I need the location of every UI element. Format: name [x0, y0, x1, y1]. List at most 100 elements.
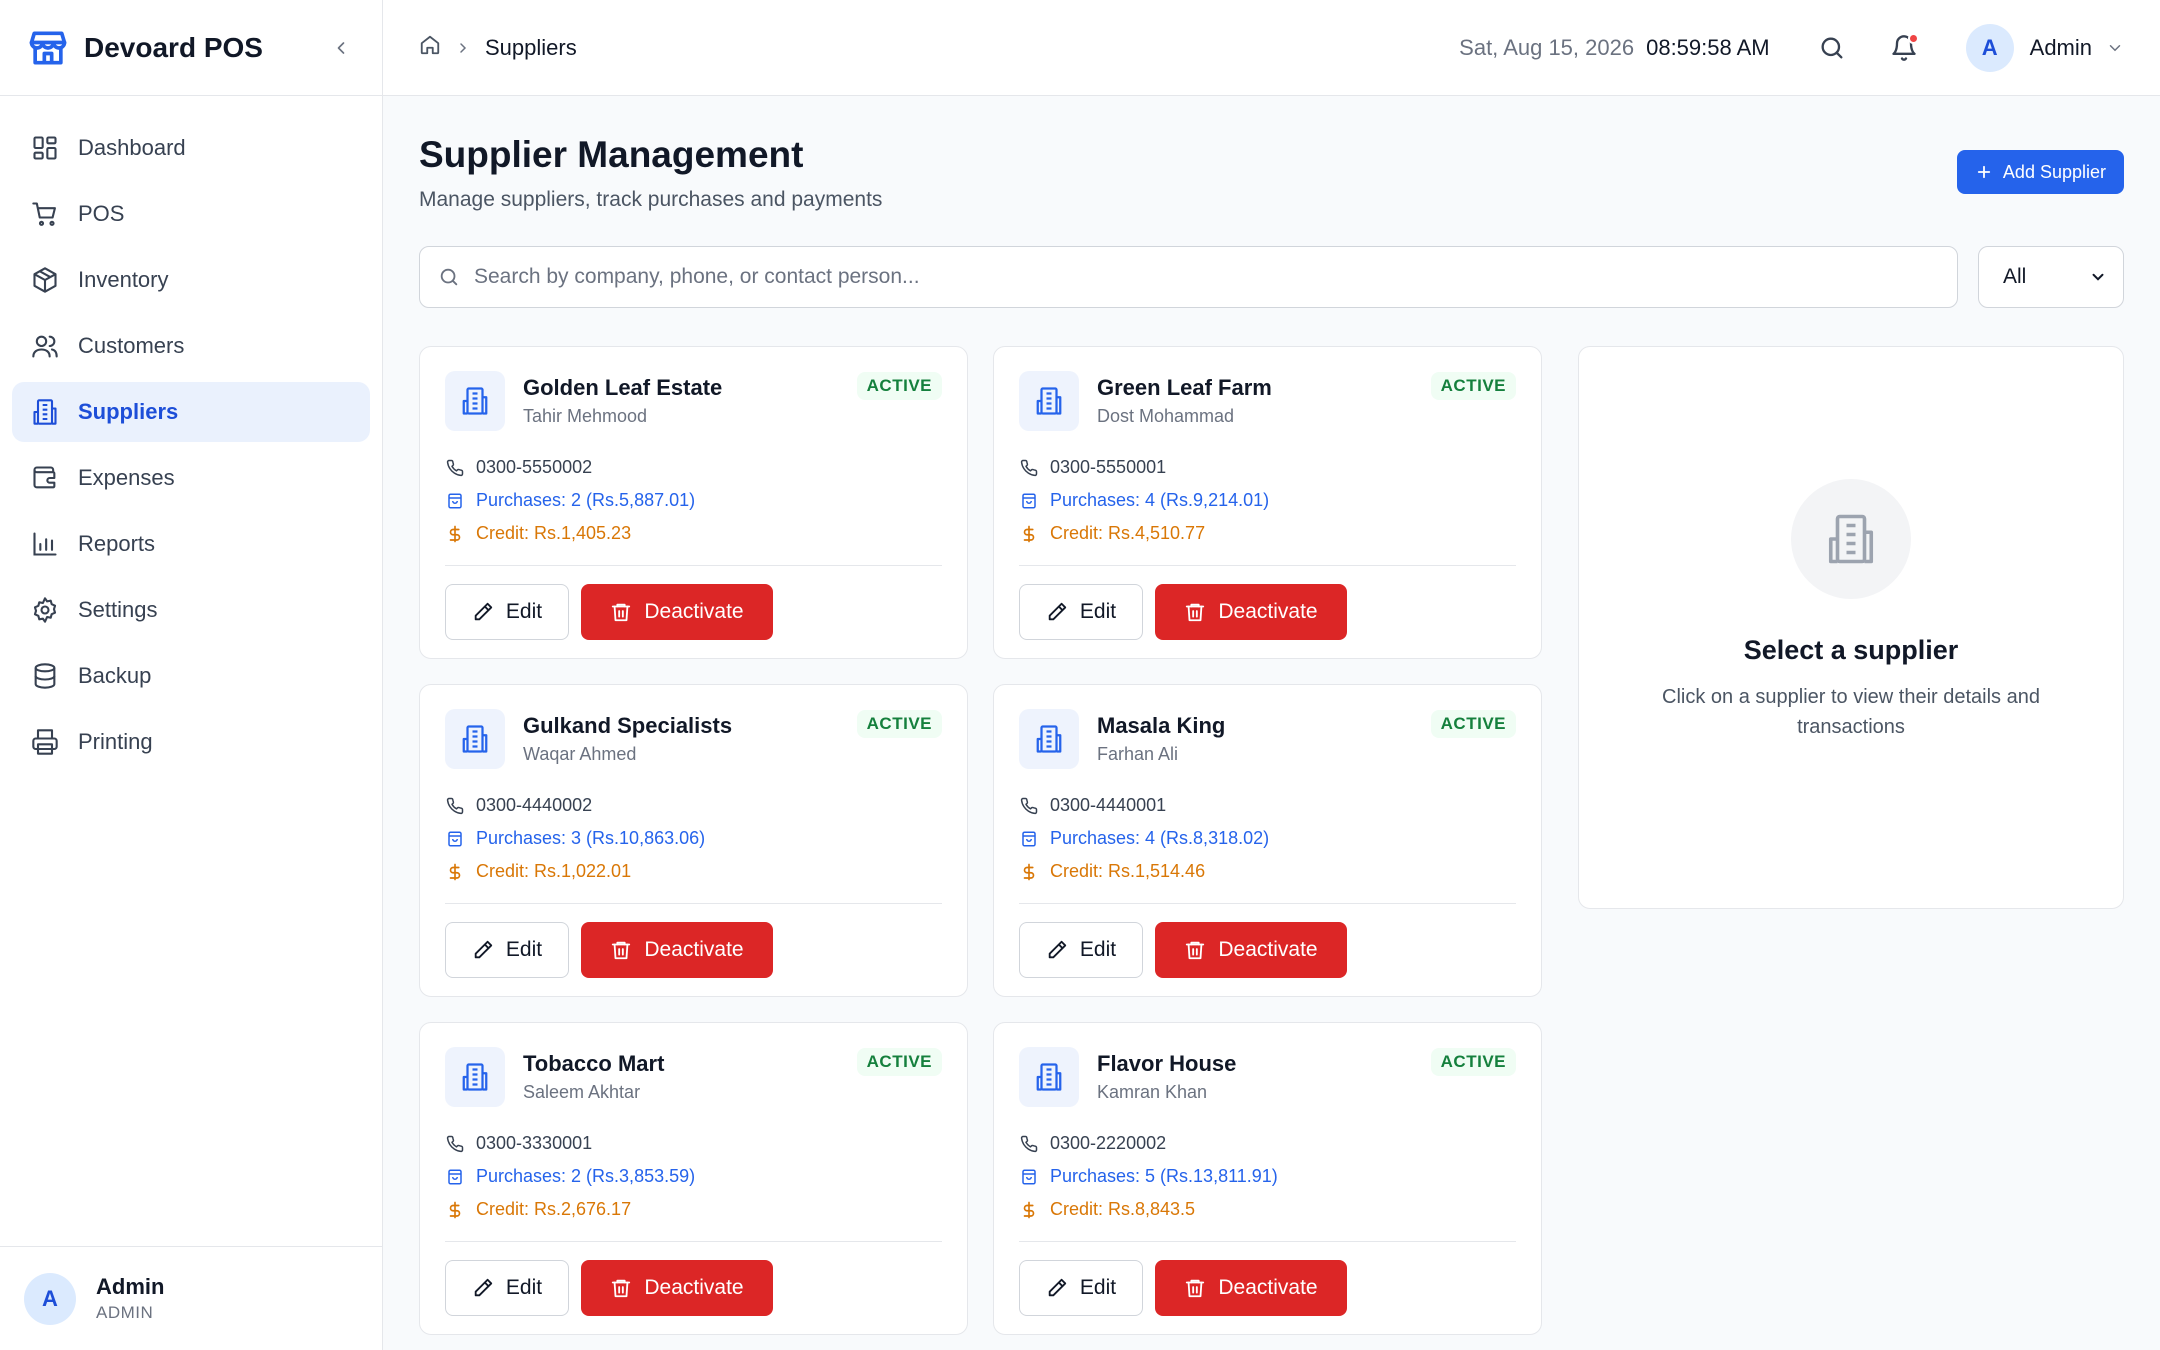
home-icon[interactable] [419, 34, 441, 61]
sidebar-item-label: POS [78, 201, 125, 226]
edit-button[interactable]: Edit [445, 922, 569, 978]
supplier-purchases: Purchases: 5 (Rs.13,811.91) [1050, 1166, 1278, 1186]
shopping-bag-icon [445, 829, 465, 849]
phone-icon [445, 1134, 465, 1154]
sidebar-item-suppliers[interactable]: Suppliers [12, 382, 370, 442]
status-filter-select[interactable]: All [1978, 246, 2124, 308]
deactivate-label: Deactivate [1218, 600, 1318, 623]
supplier-contact: Dost Mohammad [1097, 406, 1235, 426]
notifications-button[interactable] [1882, 26, 1926, 70]
edit-button[interactable]: Edit [445, 1260, 569, 1316]
supplier-company: Flavor House [1097, 1051, 1237, 1076]
supplier-contact: Waqar Ahmed [523, 744, 637, 764]
supplier-purchases: Purchases: 4 (Rs.9,214.01) [1050, 490, 1270, 510]
edit-label: Edit [1079, 938, 1117, 961]
supplier-purchases: Purchases: 2 (Rs.5,887.01) [476, 490, 696, 510]
deactivate-button[interactable]: Deactivate [1155, 584, 1347, 640]
sidebar-item-customers[interactable]: Customers [12, 316, 370, 376]
edit-label: Edit [1079, 600, 1117, 623]
supplier-card[interactable]: Golden Leaf Estate Tahir Mehmood ACTIVE … [419, 346, 968, 659]
deactivate-button[interactable]: Deactivate [581, 584, 773, 640]
supplier-phone: 0300-3330001 [476, 1133, 593, 1153]
search-button[interactable] [1810, 26, 1854, 70]
add-supplier-button[interactable]: Add Supplier [1956, 150, 2124, 194]
sidebar-item-dashboard[interactable]: Dashboard [12, 118, 370, 178]
dollar-icon [1019, 862, 1039, 882]
deactivate-button[interactable]: Deactivate [1155, 922, 1347, 978]
brand-header: Devoard POS [0, 0, 382, 96]
package-icon [30, 265, 60, 295]
current-time: 08:59:58 AM [1646, 34, 1770, 60]
card-divider [1019, 565, 1516, 566]
avatar: A [1965, 23, 2014, 72]
sidebar-item-label: Reports [78, 531, 156, 556]
edit-button[interactable]: Edit [1019, 584, 1143, 640]
deactivate-button[interactable]: Deactivate [581, 1260, 773, 1316]
breadcrumb-current: Suppliers [485, 34, 577, 60]
sidebar-user[interactable]: A Admin ADMIN [0, 1246, 382, 1350]
page-title: Supplier Management [419, 134, 804, 175]
user-role: ADMIN [96, 1303, 154, 1322]
sidebar-item-expenses[interactable]: Expenses [12, 448, 370, 508]
building-icon [1019, 371, 1079, 431]
phone-icon [1019, 796, 1039, 816]
users-icon [30, 331, 60, 361]
collapse-sidebar-button[interactable] [326, 33, 356, 63]
gear-icon [30, 595, 60, 625]
bar-chart-icon [30, 529, 60, 559]
dollar-icon [445, 862, 465, 882]
phone-icon [1019, 458, 1039, 478]
supplier-credit: Credit: Rs.2,676.17 [476, 1199, 632, 1219]
deactivate-label: Deactivate [644, 1276, 744, 1299]
building-icon [445, 709, 505, 769]
cart-icon [30, 199, 60, 229]
supplier-card[interactable]: Gulkand Specialists Waqar Ahmed ACTIVE 0… [419, 684, 968, 997]
plus-icon [1975, 163, 1993, 181]
sidebar-item-pos[interactable]: POS [12, 184, 370, 244]
sidebar-item-reports[interactable]: Reports [12, 514, 370, 574]
supplier-credit: Credit: Rs.1,022.01 [476, 861, 632, 881]
brand-name: Devoard POS [84, 31, 263, 63]
shopping-bag-icon [1019, 491, 1039, 511]
sidebar-item-settings[interactable]: Settings [12, 580, 370, 640]
supplier-detail-panel: Select a supplier Click on a supplier to… [1578, 346, 2124, 909]
sidebar-item-label: Printing [78, 729, 153, 754]
edit-button[interactable]: Edit [1019, 1260, 1143, 1316]
user-menu-name: Admin [2029, 34, 2092, 60]
supplier-card[interactable]: Tobacco Mart Saleem Akhtar ACTIVE 0300-3… [419, 1022, 968, 1335]
building-icon [30, 397, 60, 427]
search-box [419, 246, 1958, 308]
dollar-icon [445, 1200, 465, 1220]
search-input[interactable] [474, 265, 1939, 289]
chevron-right-icon [455, 40, 471, 56]
supplier-credit: Credit: Rs.8,843.5 [1050, 1199, 1196, 1219]
status-badge: ACTIVE [1430, 1048, 1516, 1076]
database-icon [30, 661, 60, 691]
sidebar-item-inventory[interactable]: Inventory [12, 250, 370, 310]
supplier-contact: Kamran Khan [1097, 1082, 1208, 1102]
deactivate-button[interactable]: Deactivate [581, 922, 773, 978]
edit-button[interactable]: Edit [1019, 922, 1143, 978]
edit-button[interactable]: Edit [445, 584, 569, 640]
chevron-left-icon [337, 41, 345, 54]
supplier-card[interactable]: Masala King Farhan Ali ACTIVE 0300-44400… [993, 684, 1542, 997]
page-subtitle: Manage suppliers, track purchases and pa… [419, 188, 883, 211]
page-header: Supplier Management Manage suppliers, tr… [419, 134, 2124, 212]
user-menu[interactable]: A Admin [1965, 23, 2124, 72]
edit-label: Edit [1079, 1276, 1117, 1299]
supplier-grid: Golden Leaf Estate Tahir Mehmood ACTIVE … [419, 346, 1542, 1335]
sidebar-item-printing[interactable]: Printing [12, 712, 370, 772]
building-icon [1019, 1047, 1079, 1107]
supplier-purchases: Purchases: 4 (Rs.8,318.02) [1050, 828, 1270, 848]
supplier-card[interactable]: Green Leaf Farm Dost Mohammad ACTIVE 030… [993, 346, 1542, 659]
pencil-icon [1046, 601, 1068, 623]
supplier-company: Green Leaf Farm [1097, 375, 1272, 400]
supplier-card[interactable]: Flavor House Kamran Khan ACTIVE 0300-222… [993, 1022, 1542, 1335]
card-divider [445, 903, 942, 904]
sidebar-item-backup[interactable]: Backup [12, 646, 370, 706]
status-badge: ACTIVE [856, 1048, 942, 1076]
breadcrumb: Suppliers [419, 34, 1459, 61]
sidebar-item-label: Inventory [78, 267, 169, 292]
deactivate-button[interactable]: Deactivate [1155, 1260, 1347, 1316]
supplier-phone: 0300-4440002 [476, 795, 593, 815]
